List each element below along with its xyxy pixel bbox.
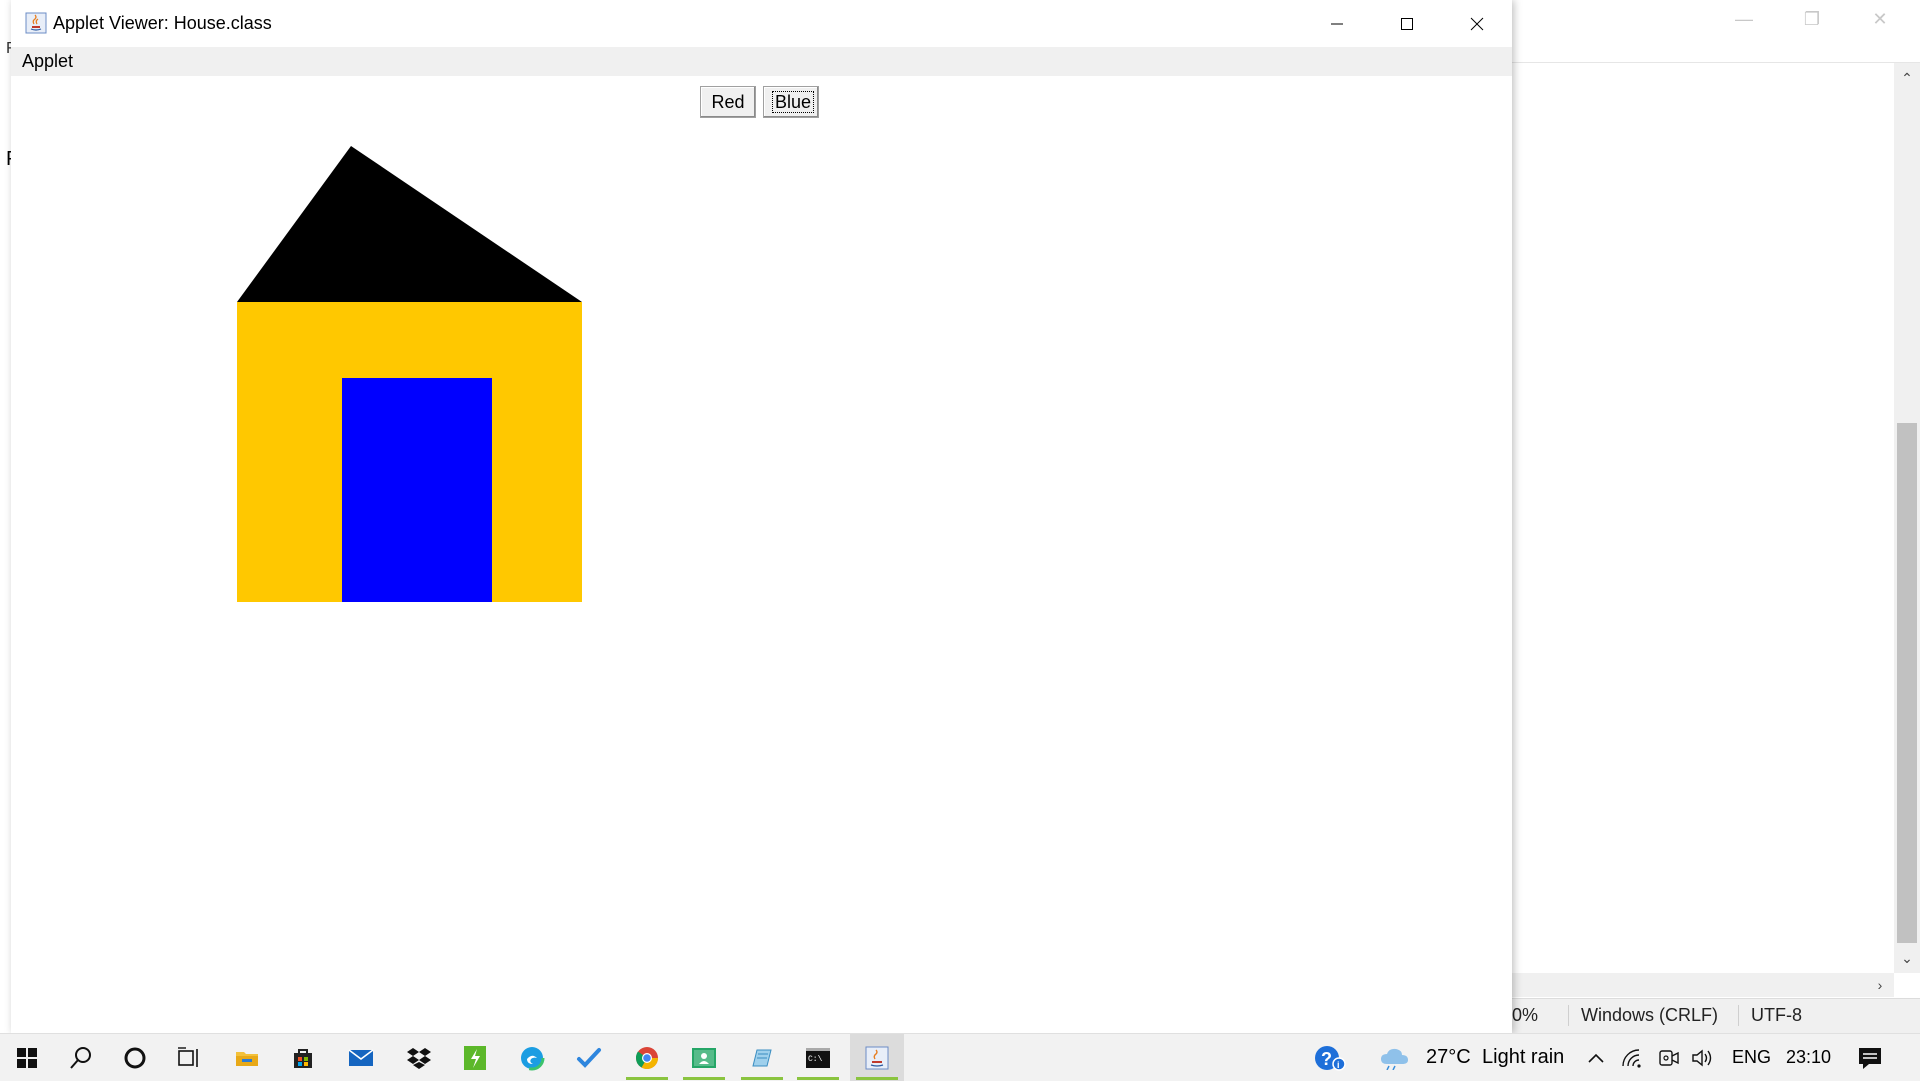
scroll-right-arrow-icon[interactable]: › — [1870, 973, 1890, 997]
search-button[interactable] — [54, 1034, 108, 1081]
dropbox-button[interactable] — [392, 1034, 446, 1081]
svg-text:i: i — [1337, 1060, 1340, 1070]
background-vertical-scrollbar[interactable]: ⌃ ⌄ — [1894, 63, 1920, 973]
todo-check-icon — [577, 1047, 601, 1068]
help-button[interactable]: ? i — [1305, 1034, 1355, 1081]
svg-text:C:\: C:\ — [808, 1055, 823, 1064]
notepad-icon — [752, 1049, 772, 1066]
menu-bar: Applet — [11, 47, 1512, 76]
status-line-ending: Windows (CRLF) — [1568, 1005, 1718, 1026]
chrome-button[interactable] — [620, 1034, 674, 1081]
chrome-icon — [635, 1046, 658, 1069]
java-icon — [865, 1046, 889, 1069]
scroll-up-arrow-icon[interactable]: ⌃ — [1894, 63, 1920, 93]
taskbar: C:\ ? i 27°C Light rain ENG 23:10 — [0, 1033, 1920, 1081]
windows-logo-icon — [17, 1047, 37, 1068]
store-bag-icon — [294, 1048, 312, 1068]
background-status-bar: 0% Windows (CRLF) UTF-8 — [1512, 998, 1920, 1033]
weather-icon-button[interactable] — [1375, 1034, 1415, 1081]
todo-button[interactable] — [562, 1034, 616, 1081]
edge-icon — [519, 1045, 545, 1070]
edge-browser-button[interactable] — [505, 1034, 559, 1081]
svg-text:?: ? — [1321, 1049, 1332, 1069]
windows-start-button[interactable] — [0, 1034, 54, 1081]
chevron-up-icon — [1588, 1053, 1604, 1063]
file-explorer-icon — [236, 1051, 258, 1066]
search-icon — [70, 1046, 91, 1069]
background-restore-button[interactable]: ❐ — [1784, 4, 1840, 34]
show-hidden-icons-button[interactable] — [1583, 1034, 1609, 1081]
rain-cloud-icon — [1381, 1048, 1408, 1070]
mail-icon — [348, 1048, 374, 1066]
close-button[interactable] — [1442, 0, 1512, 47]
background-minimize-button[interactable]: — — [1716, 4, 1772, 34]
applet-canvas: Red Blue — [11, 76, 1512, 1033]
file-explorer-button[interactable] — [220, 1034, 274, 1081]
house-door — [342, 378, 492, 602]
meet-now-button[interactable] — [1654, 1034, 1684, 1081]
speaker-icon — [1692, 1049, 1712, 1066]
background-close-button[interactable]: ✕ — [1852, 4, 1908, 34]
wifi-icon — [1622, 1048, 1641, 1068]
close-icon — [1470, 17, 1484, 30]
mail-button[interactable] — [334, 1034, 388, 1081]
wifi-button[interactable] — [1618, 1034, 1648, 1081]
volume-button[interactable] — [1688, 1034, 1718, 1081]
status-encoding: UTF-8 — [1738, 1005, 1802, 1026]
cortana-button[interactable] — [108, 1034, 162, 1081]
maximize-button[interactable] — [1372, 0, 1442, 47]
minimize-icon — [1331, 23, 1343, 24]
scrollbar-thumb[interactable] — [1897, 423, 1917, 943]
background-horizontal-scrollbar[interactable]: › — [1512, 973, 1894, 997]
status-zoom: 0% — [1512, 1005, 1539, 1025]
task-view-button[interactable] — [162, 1034, 216, 1081]
microsoft-store-button[interactable] — [276, 1034, 330, 1081]
classroom-icon — [692, 1047, 716, 1068]
dropbox-icon — [407, 1047, 431, 1069]
weather-temperature[interactable]: 27°C — [1426, 1034, 1471, 1081]
window-title: Applet Viewer: House.class — [53, 13, 272, 33]
minimize-button[interactable] — [1302, 0, 1372, 47]
input-language[interactable]: ENG — [1732, 1034, 1771, 1081]
task-view-icon — [178, 1046, 198, 1067]
java-app-icon — [25, 12, 47, 34]
scroll-down-arrow-icon[interactable]: ⌄ — [1894, 943, 1920, 973]
command-prompt-icon: C:\ — [806, 1047, 830, 1068]
applet-titlebar[interactable]: Applet Viewer: House.class — [11, 0, 1512, 47]
applet-viewer-window: Applet Viewer: House.class Applet Red Bl… — [11, 0, 1512, 1033]
cortana-icon — [124, 1047, 146, 1068]
classroom-button[interactable] — [677, 1034, 731, 1081]
green-app-icon — [464, 1045, 486, 1070]
notepad-button[interactable] — [735, 1034, 789, 1081]
house-drawing — [237, 146, 582, 602]
menu-item-applet[interactable]: Applet — [22, 51, 73, 72]
video-camera-icon — [1659, 1049, 1679, 1066]
java-applet-button[interactable] — [850, 1034, 904, 1081]
maximize-icon — [1401, 17, 1413, 30]
house-roof — [237, 146, 582, 302]
clock-time[interactable]: 23:10 — [1786, 1034, 1831, 1081]
green-app-button[interactable] — [448, 1034, 502, 1081]
weather-condition[interactable]: Light rain — [1482, 1034, 1564, 1081]
action-center-button[interactable] — [1845, 1034, 1895, 1081]
help-icon: ? i — [1315, 1045, 1346, 1071]
notification-icon — [1859, 1047, 1881, 1069]
terminal-button[interactable]: C:\ — [791, 1034, 845, 1081]
